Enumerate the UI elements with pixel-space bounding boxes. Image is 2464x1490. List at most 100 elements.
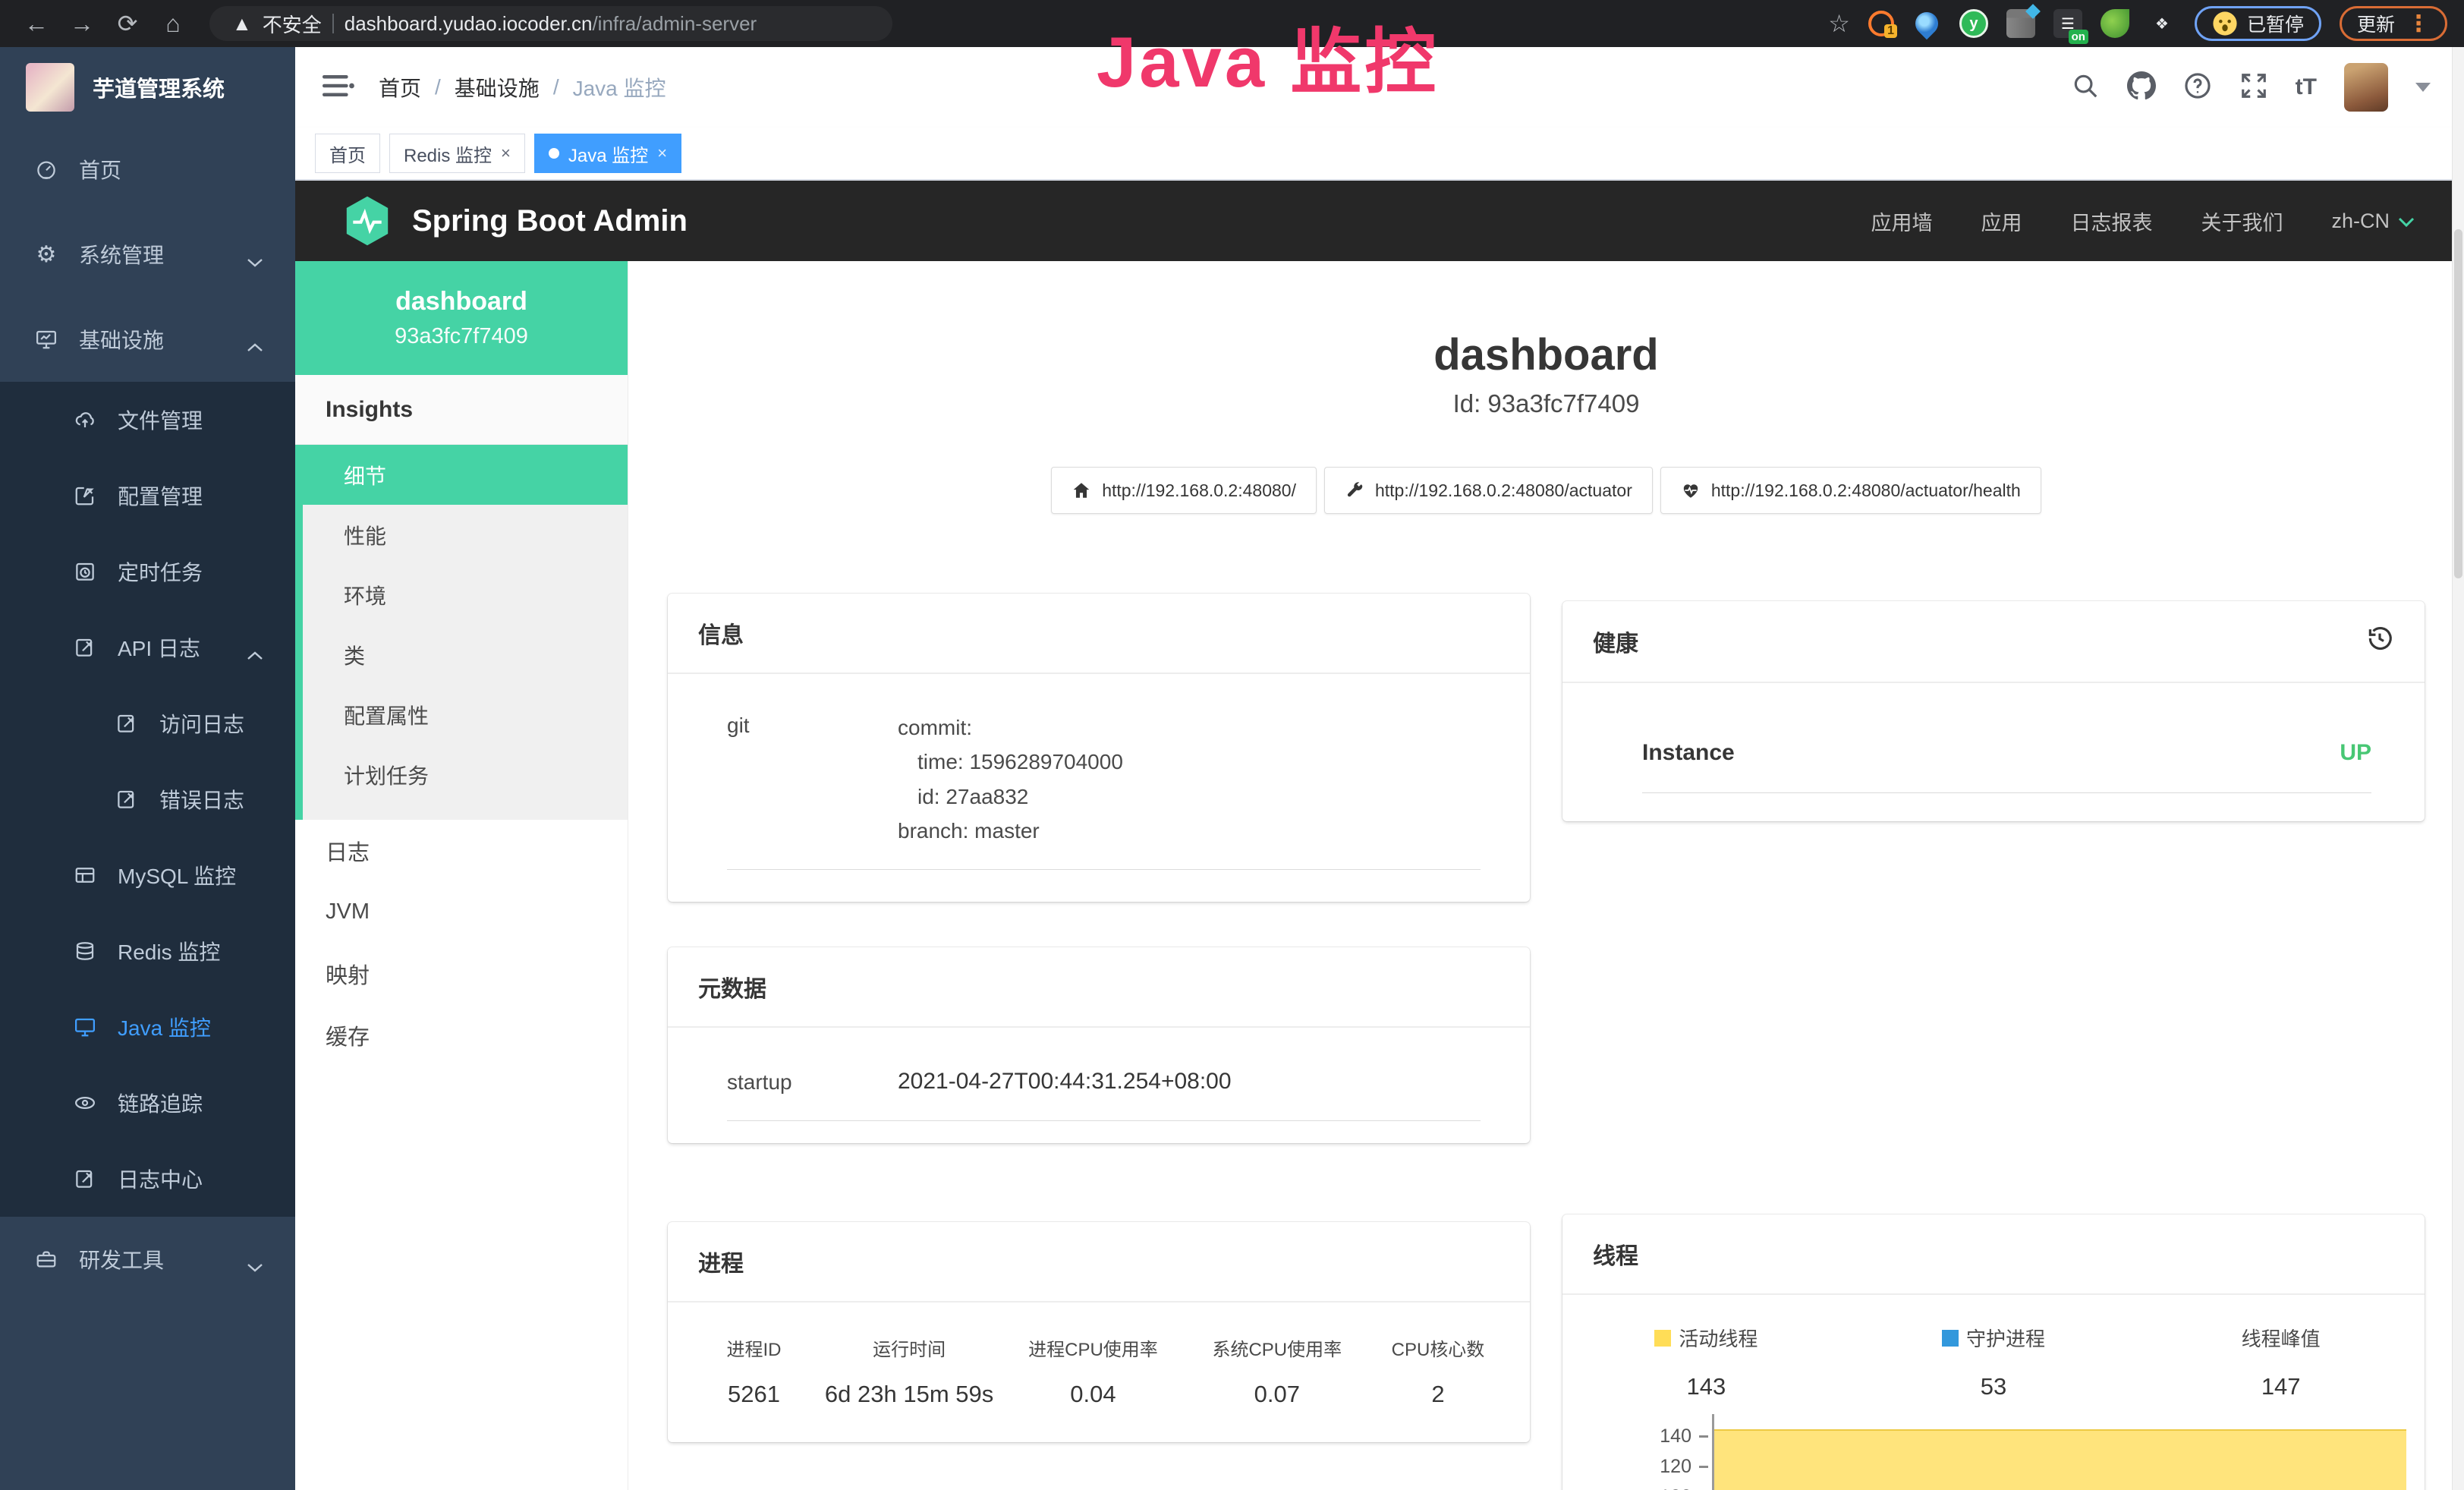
scrollbar[interactable]: [2452, 47, 2464, 1490]
sba-nav-about[interactable]: 关于我们: [2201, 206, 2283, 236]
security-warning-label: 不安全: [263, 10, 322, 38]
extension-icon-5[interactable]: ☰on: [2053, 9, 2082, 38]
update-button[interactable]: 更新 ⋮: [2340, 6, 2447, 41]
fullscreen-icon[interactable]: [2239, 71, 2268, 104]
sba-logo-icon[interactable]: [344, 195, 391, 247]
sba-item-config-props[interactable]: 配置属性: [303, 685, 628, 745]
sidebar-item-infra[interactable]: 基础设施: [0, 297, 295, 382]
sba-item-logs[interactable]: 日志: [295, 820, 628, 881]
breadcrumb-infra[interactable]: 基础设施: [455, 72, 540, 102]
extension-icon-3[interactable]: y: [1959, 9, 1988, 38]
extension-icon-2[interactable]: [1912, 9, 1941, 38]
tab-label: 首页: [329, 140, 366, 167]
edit-icon: [72, 483, 98, 509]
sba-item-scheduled-tasks[interactable]: 计划任务: [303, 745, 628, 805]
help-icon[interactable]: [2183, 71, 2212, 104]
avatar-caret-icon[interactable]: [2415, 83, 2431, 92]
legend-item: 活动线程 143: [1562, 1324, 1850, 1400]
app-title: 芋道管理系统: [93, 71, 225, 103]
sba-item-classes[interactable]: 类: [303, 625, 628, 685]
threads-chart: 140 120 100: [1608, 1413, 2406, 1490]
log-icon: [114, 786, 140, 812]
extension-icon-4[interactable]: [2006, 9, 2035, 38]
process-col-value: 5261: [697, 1381, 811, 1408]
extensions-puzzle-icon[interactable]: ❖: [2148, 9, 2176, 38]
instance-url-button[interactable]: http://192.168.0.2:48080/: [1051, 467, 1317, 514]
address-bar[interactable]: ▲ 不安全 dashboard.yudao.iocoder.cn/infra/a…: [209, 6, 892, 41]
sidebar-item-system[interactable]: ⚙ 系统管理: [0, 212, 295, 297]
sidebar-item-api-log[interactable]: API 日志: [0, 610, 295, 685]
sidebar-item-config[interactable]: 配置管理: [0, 458, 295, 534]
sidebar-item-error-log[interactable]: 错误日志: [0, 761, 295, 837]
sidebar-item-file[interactable]: 文件管理: [0, 382, 295, 458]
bookmark-star-icon[interactable]: ☆: [1828, 9, 1850, 38]
sidebar-item-java[interactable]: Java 监控: [0, 989, 295, 1065]
sidebar-item-redis[interactable]: Redis 监控: [0, 913, 295, 989]
user-avatar[interactable]: [2344, 63, 2388, 112]
github-icon[interactable]: [2127, 71, 2156, 104]
extension-icon-6[interactable]: [2101, 9, 2129, 38]
chevron-down-icon: [2397, 209, 2415, 233]
process-card-title: 进程: [698, 1245, 744, 1278]
url-path: /infra/admin-server: [592, 12, 757, 35]
sba-item-mappings[interactable]: 映射: [295, 943, 628, 1004]
locale-selector[interactable]: zh-CN: [2331, 209, 2415, 233]
sba-nav-wallboard[interactable]: 应用墙: [1871, 206, 1932, 236]
sidebar-item-log-center[interactable]: 日志中心: [0, 1141, 295, 1217]
history-icon[interactable]: [2365, 624, 2394, 659]
sidebar-item-job[interactable]: 定时任务: [0, 534, 295, 610]
sidebar-item-access-log[interactable]: 访问日志: [0, 685, 295, 761]
sidebar-item-label: 日志中心: [118, 1164, 203, 1194]
legend-value: 143: [1562, 1373, 1850, 1400]
tab-label: Redis 监控: [404, 140, 492, 167]
close-icon[interactable]: ×: [657, 143, 667, 163]
sba-item-details[interactable]: 细节: [295, 445, 628, 505]
sidebar-item-home[interactable]: 首页: [0, 127, 295, 212]
app-logo[interactable]: 芋道管理系统: [0, 47, 295, 127]
diamond-icon: [2025, 4, 2041, 19]
sidebar-item-mysql[interactable]: MySQL 监控: [0, 837, 295, 913]
health-url-button[interactable]: http://192.168.0.2:48080/actuator/health: [1660, 467, 2041, 514]
forward-icon[interactable]: →: [62, 0, 102, 47]
close-icon[interactable]: ×: [501, 143, 511, 163]
instance-links: http://192.168.0.2:48080/ http://192.168…: [668, 467, 2425, 514]
search-icon[interactable]: [2071, 71, 2100, 104]
tab-java[interactable]: Java 监控 ×: [534, 134, 681, 173]
dashboard-icon: [33, 156, 59, 182]
sba-item-jvm[interactable]: JVM: [295, 881, 628, 943]
sba-item-environment[interactable]: 环境: [303, 565, 628, 625]
back-icon[interactable]: ←: [17, 0, 56, 47]
sidebar-item-label: 访问日志: [159, 708, 244, 739]
extension-icon-1[interactable]: 1: [1868, 11, 1894, 36]
text-size-icon[interactable]: tT: [2296, 74, 2317, 100]
paused-profile-badge[interactable]: 已暂停: [2195, 6, 2321, 41]
sidebar-item-trace[interactable]: 链路追踪: [0, 1065, 295, 1141]
home-icon[interactable]: ⌂: [153, 0, 193, 47]
chevron-down-icon: [247, 249, 263, 260]
y-axis-tick: 140: [1608, 1425, 1691, 1447]
process-col-label: 进程CPU使用率: [1007, 1334, 1179, 1361]
wrench-icon: [1345, 480, 1364, 500]
git-branch-line: branch: master: [898, 814, 1481, 848]
legend-swatch-live: [1654, 1330, 1671, 1347]
reload-icon[interactable]: ⟳: [108, 0, 147, 47]
breadcrumb-home[interactable]: 首页: [379, 72, 421, 102]
sba-item-caches[interactable]: 缓存: [295, 1004, 628, 1066]
tab-redis[interactable]: Redis 监控 ×: [389, 134, 525, 173]
health-card: 健康 Instance UP: [1562, 601, 2425, 821]
chevron-up-icon: [247, 642, 263, 653]
sba-nav-applications[interactable]: 应用: [1981, 206, 2022, 236]
scrollbar-thumb[interactable]: [2454, 229, 2462, 578]
browser-menu-icon[interactable]: ⋮: [2407, 11, 2430, 37]
tab-home[interactable]: 首页: [315, 134, 380, 173]
hamburger-icon[interactable]: [323, 73, 354, 102]
sidebar-item-devtools[interactable]: 研发工具: [0, 1217, 295, 1302]
sba-brand[interactable]: Spring Boot Admin: [412, 204, 688, 238]
url-host: dashboard.yudao.iocoder.cn: [345, 12, 593, 35]
sba-nav-journal[interactable]: 日志报表: [2070, 206, 2152, 236]
sba-item-metrics[interactable]: 性能: [303, 505, 628, 565]
actuator-url-button[interactable]: http://192.168.0.2:48080/actuator: [1324, 467, 1653, 514]
monitor-icon: [33, 326, 59, 352]
legend-item: 线程峰值 147: [2137, 1324, 2425, 1400]
sba-app-header[interactable]: dashboard 93a3fc7f7409: [295, 261, 628, 375]
